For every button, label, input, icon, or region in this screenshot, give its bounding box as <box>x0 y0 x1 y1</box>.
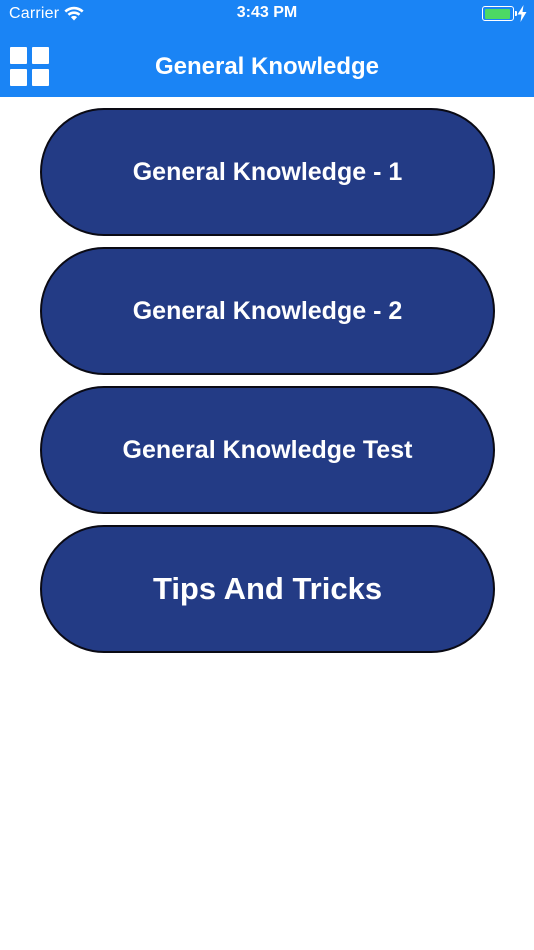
status-time: 3:43 PM <box>236 4 298 21</box>
menu-list: General Knowledge - 1 General Knowledge … <box>40 108 495 664</box>
page-title: General Knowledge <box>154 53 380 80</box>
charging-bolt-icon <box>517 5 527 22</box>
menu-button-label: General Knowledge Test <box>122 435 413 464</box>
menu-button-label: General Knowledge - 2 <box>132 296 403 325</box>
battery-level-fill <box>484 8 511 19</box>
general-knowledge-2-button[interactable]: General Knowledge - 2 <box>40 247 495 375</box>
app-screen: Carrier 3:43 PM General Knowledge Genera… <box>0 0 534 950</box>
menu-button-label: Tips And Tricks <box>152 571 383 606</box>
tips-and-tricks-button[interactable]: Tips And Tricks <box>40 525 495 653</box>
battery-icon <box>482 6 517 21</box>
menu-button-label: General Knowledge - 1 <box>132 157 403 186</box>
nav-bar: General Knowledge <box>0 38 534 97</box>
general-knowledge-test-button[interactable]: General Knowledge Test <box>40 386 495 514</box>
top-bar: Carrier 3:43 PM General Knowledge <box>0 0 534 97</box>
status-bar: Carrier 3:43 PM <box>0 0 534 28</box>
general-knowledge-1-button[interactable]: General Knowledge - 1 <box>40 108 495 236</box>
